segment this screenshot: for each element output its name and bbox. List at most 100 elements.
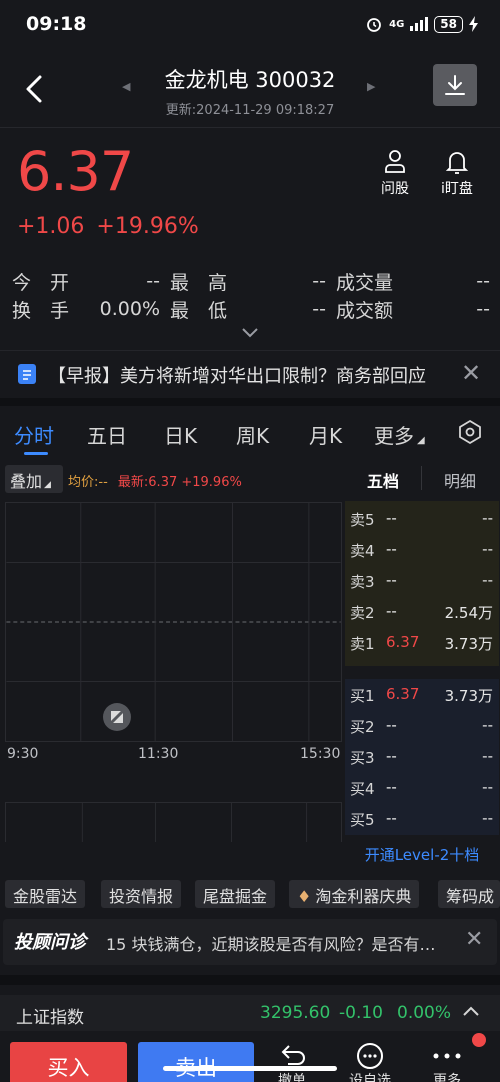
hexagon-settings-icon <box>459 419 481 445</box>
order-row: 买4 -- -- <box>350 778 493 798</box>
current-price: 6.37 <box>17 140 134 203</box>
advisor-text: 15 块钱满仓，近期该股是否有风险？是否有机会 <box>106 935 446 954</box>
network-label: 4G <box>389 18 405 30</box>
expand-stats-button[interactable] <box>240 324 260 343</box>
x-axis-label-end: 15:30 <box>300 746 341 762</box>
chart-tabs: 分时 五日 日K 周K 月K 更多 ◢ <box>0 410 500 456</box>
close-news-button[interactable]: ✕ <box>461 359 481 387</box>
tool-investment-intel[interactable]: 投资情报 <box>101 880 182 908</box>
ellipsis-circle-icon <box>357 1043 383 1069</box>
open-label: 今 开 <box>12 271 70 294</box>
ask-stock-label: 问股 <box>381 181 409 197</box>
chart-legend: 均价:-- 最新:6.37 +19.96% <box>68 471 242 490</box>
index-name: 上证指数 <box>16 1008 84 1028</box>
more-button[interactable]: 更多 <box>417 1040 477 1082</box>
tool-closing-dig[interactable]: 尾盘掘金 <box>195 880 276 908</box>
tab-five-levels[interactable]: 五档 <box>367 468 399 492</box>
tool-celebration-label: 淘金利器庆典 <box>315 887 412 906</box>
index-change: -0.10 <box>339 1003 383 1023</box>
update-time: 更新:2024-11-29 09:18:27 <box>165 103 335 118</box>
tool-gold-radar[interactable]: 金股雷达 <box>5 880 86 908</box>
amount-label: 成交额 <box>336 299 394 322</box>
ask-stock-button[interactable]: 问股 <box>365 148 425 198</box>
cancel-order-button[interactable]: 撤单 <box>262 1040 322 1082</box>
tab-intraday[interactable]: 分时 <box>14 420 54 449</box>
sell-button[interactable]: 卖出 <box>138 1042 254 1082</box>
person-icon <box>385 150 405 173</box>
low-label: 最 低 <box>170 299 228 322</box>
tool-celebration[interactable]: ♦ 淘金利器庆典 <box>289 880 420 908</box>
home-indicator[interactable] <box>163 1066 337 1071</box>
notification-dot <box>472 1033 486 1047</box>
chart-settings-button[interactable] <box>457 419 483 450</box>
amount-value: -- <box>476 298 490 320</box>
x-axis-label-mid: 11:30 <box>138 746 179 762</box>
expand-up-icon[interactable] <box>461 1003 481 1022</box>
turnover-value: 0.00% <box>99 298 160 320</box>
tab-monthly-k[interactable]: 月K <box>309 420 342 449</box>
volume-chart[interactable] <box>5 802 342 842</box>
watch-button[interactable]: i盯盘 <box>427 148 487 198</box>
volume-value: -- <box>476 270 490 292</box>
tab-five-day[interactable]: 五日 <box>87 420 127 449</box>
tab-more-label: 更多 <box>374 424 414 448</box>
order-row: 卖1 6.37 3.73万 <box>350 633 493 653</box>
overlay-button[interactable]: 叠加 ◢ <box>5 465 63 493</box>
x-axis-label-start: 9:30 <box>7 746 39 762</box>
watermark-logo-icon <box>103 703 131 731</box>
charging-icon <box>469 16 478 32</box>
active-tab-indicator <box>24 452 48 455</box>
intraday-chart[interactable] <box>5 502 342 742</box>
news-text: 【早报】美方将新增对华出口限制？商务部回应 <box>48 366 426 387</box>
watch-label: i盯盘 <box>441 181 473 197</box>
advisor-logo: 投顾问诊 <box>14 932 86 953</box>
bottom-action-bar: 买入 卖出 撤单 设自选 更多 <box>0 1036 500 1082</box>
index-ticker[interactable]: 上证指数 3295.60 -0.10 0.00% <box>0 995 500 1031</box>
order-row: 卖4 -- -- <box>350 540 493 560</box>
volume-label: 成交量 <box>336 271 394 294</box>
buy-button[interactable]: 买入 <box>10 1042 127 1082</box>
tab-more[interactable]: 更多 ◢ <box>374 420 425 449</box>
close-advisor-button[interactable]: ✕ <box>465 927 483 952</box>
level2-upgrade-link[interactable]: 开通Level-2十档 <box>345 844 499 865</box>
high-value: -- <box>312 270 326 292</box>
diamond-icon: ♦ <box>297 887 312 906</box>
stock-title: 金龙机电 300032 <box>164 68 336 92</box>
change-percent: +19.96% <box>96 214 199 239</box>
chevron-down-icon <box>242 328 258 338</box>
order-row: 买5 -- -- <box>350 809 493 829</box>
tab-weekly-k[interactable]: 周K <box>236 420 269 449</box>
bell-icon <box>445 152 469 174</box>
next-stock-button[interactable]: ▶ <box>367 80 375 93</box>
tool-chips: 金股雷达 投资情报 尾盘掘金 ♦ 淘金利器庆典 筹码成 <box>0 880 500 910</box>
overlay-label: 叠加 <box>10 472 43 491</box>
tab-daily-k[interactable]: 日K <box>164 420 197 449</box>
order-row: 买1 6.37 3.73万 <box>350 685 493 705</box>
order-row: 卖2 -- 2.54万 <box>350 602 493 622</box>
sell-orders: 卖5 -- -- 卖4 -- -- 卖3 -- -- 卖2 -- 2.54万 卖1 6.37 3.7… <box>345 501 499 666</box>
order-row: 买2 -- -- <box>350 716 493 736</box>
signal-icon <box>410 17 429 31</box>
status-bar: 09:18 4G 58 <box>0 0 500 50</box>
more-label: 更多 <box>433 1073 461 1082</box>
ob-tab-divider <box>421 466 422 490</box>
more-dots-icon <box>433 1053 461 1059</box>
overlay-triangle-icon: ◢ <box>44 480 51 490</box>
cancel-order-label: 撤单 <box>278 1073 306 1082</box>
advisor-banner[interactable]: 投顾问诊 15 块钱满仓，近期该股是否有风险？是否有机会 ✕ <box>3 919 497 965</box>
open-value: -- <box>146 270 160 292</box>
divider <box>0 975 500 985</box>
download-button[interactable] <box>433 64 477 106</box>
avg-price-legend: 均价:-- <box>68 475 108 490</box>
tool-chip-distribution[interactable]: 筹码成 <box>438 880 500 908</box>
divider <box>0 398 500 406</box>
buy-orders: 买1 6.37 3.73万 买2 -- -- 买3 -- -- 买4 -- -- 买5 -- -- <box>345 679 499 835</box>
news-banner[interactable]: 【早报】美方将新增对华出口限制？商务部回应 ✕ <box>0 350 500 396</box>
index-percent: 0.00% <box>397 1003 452 1023</box>
order-row: 卖5 -- -- <box>350 509 493 529</box>
document-icon <box>18 364 36 384</box>
tab-details[interactable]: 明细 <box>444 468 476 492</box>
add-watchlist-button[interactable]: 设自选 <box>340 1040 400 1082</box>
prev-stock-button[interactable]: ◀ <box>122 80 130 93</box>
status-time: 09:18 <box>26 13 87 35</box>
